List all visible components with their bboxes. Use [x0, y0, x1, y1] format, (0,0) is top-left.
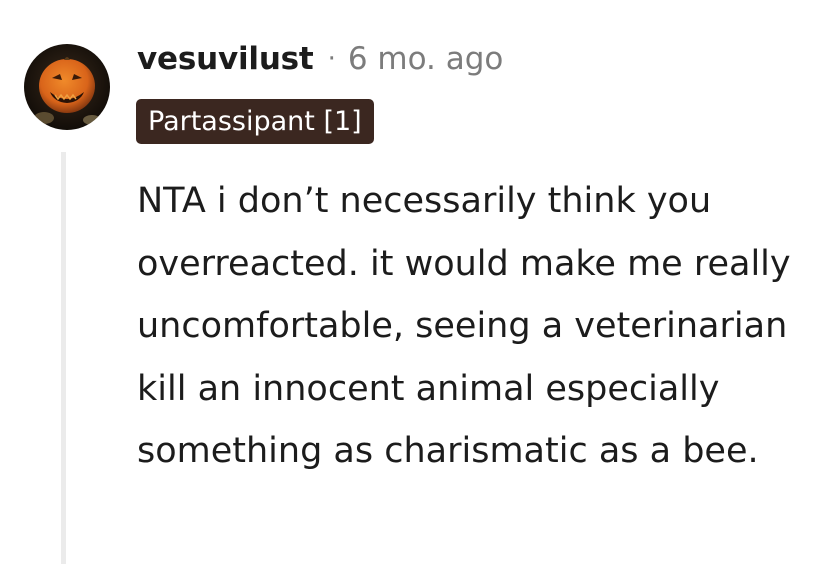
timestamp[interactable]: 6 mo. ago: [348, 41, 504, 77]
username-link[interactable]: vesuvilust: [137, 41, 314, 77]
pumpkin-avatar-icon: [24, 44, 110, 130]
thread-line[interactable]: [61, 152, 66, 564]
comment-body: NTA i don’t necessarily think you overre…: [137, 181, 791, 471]
meta-separator: ·: [327, 44, 336, 74]
avatar[interactable]: [24, 44, 110, 130]
user-flair: Partassipant [1]: [136, 99, 374, 144]
comment-meta: vesuvilust · 6 mo. ago: [137, 38, 503, 80]
